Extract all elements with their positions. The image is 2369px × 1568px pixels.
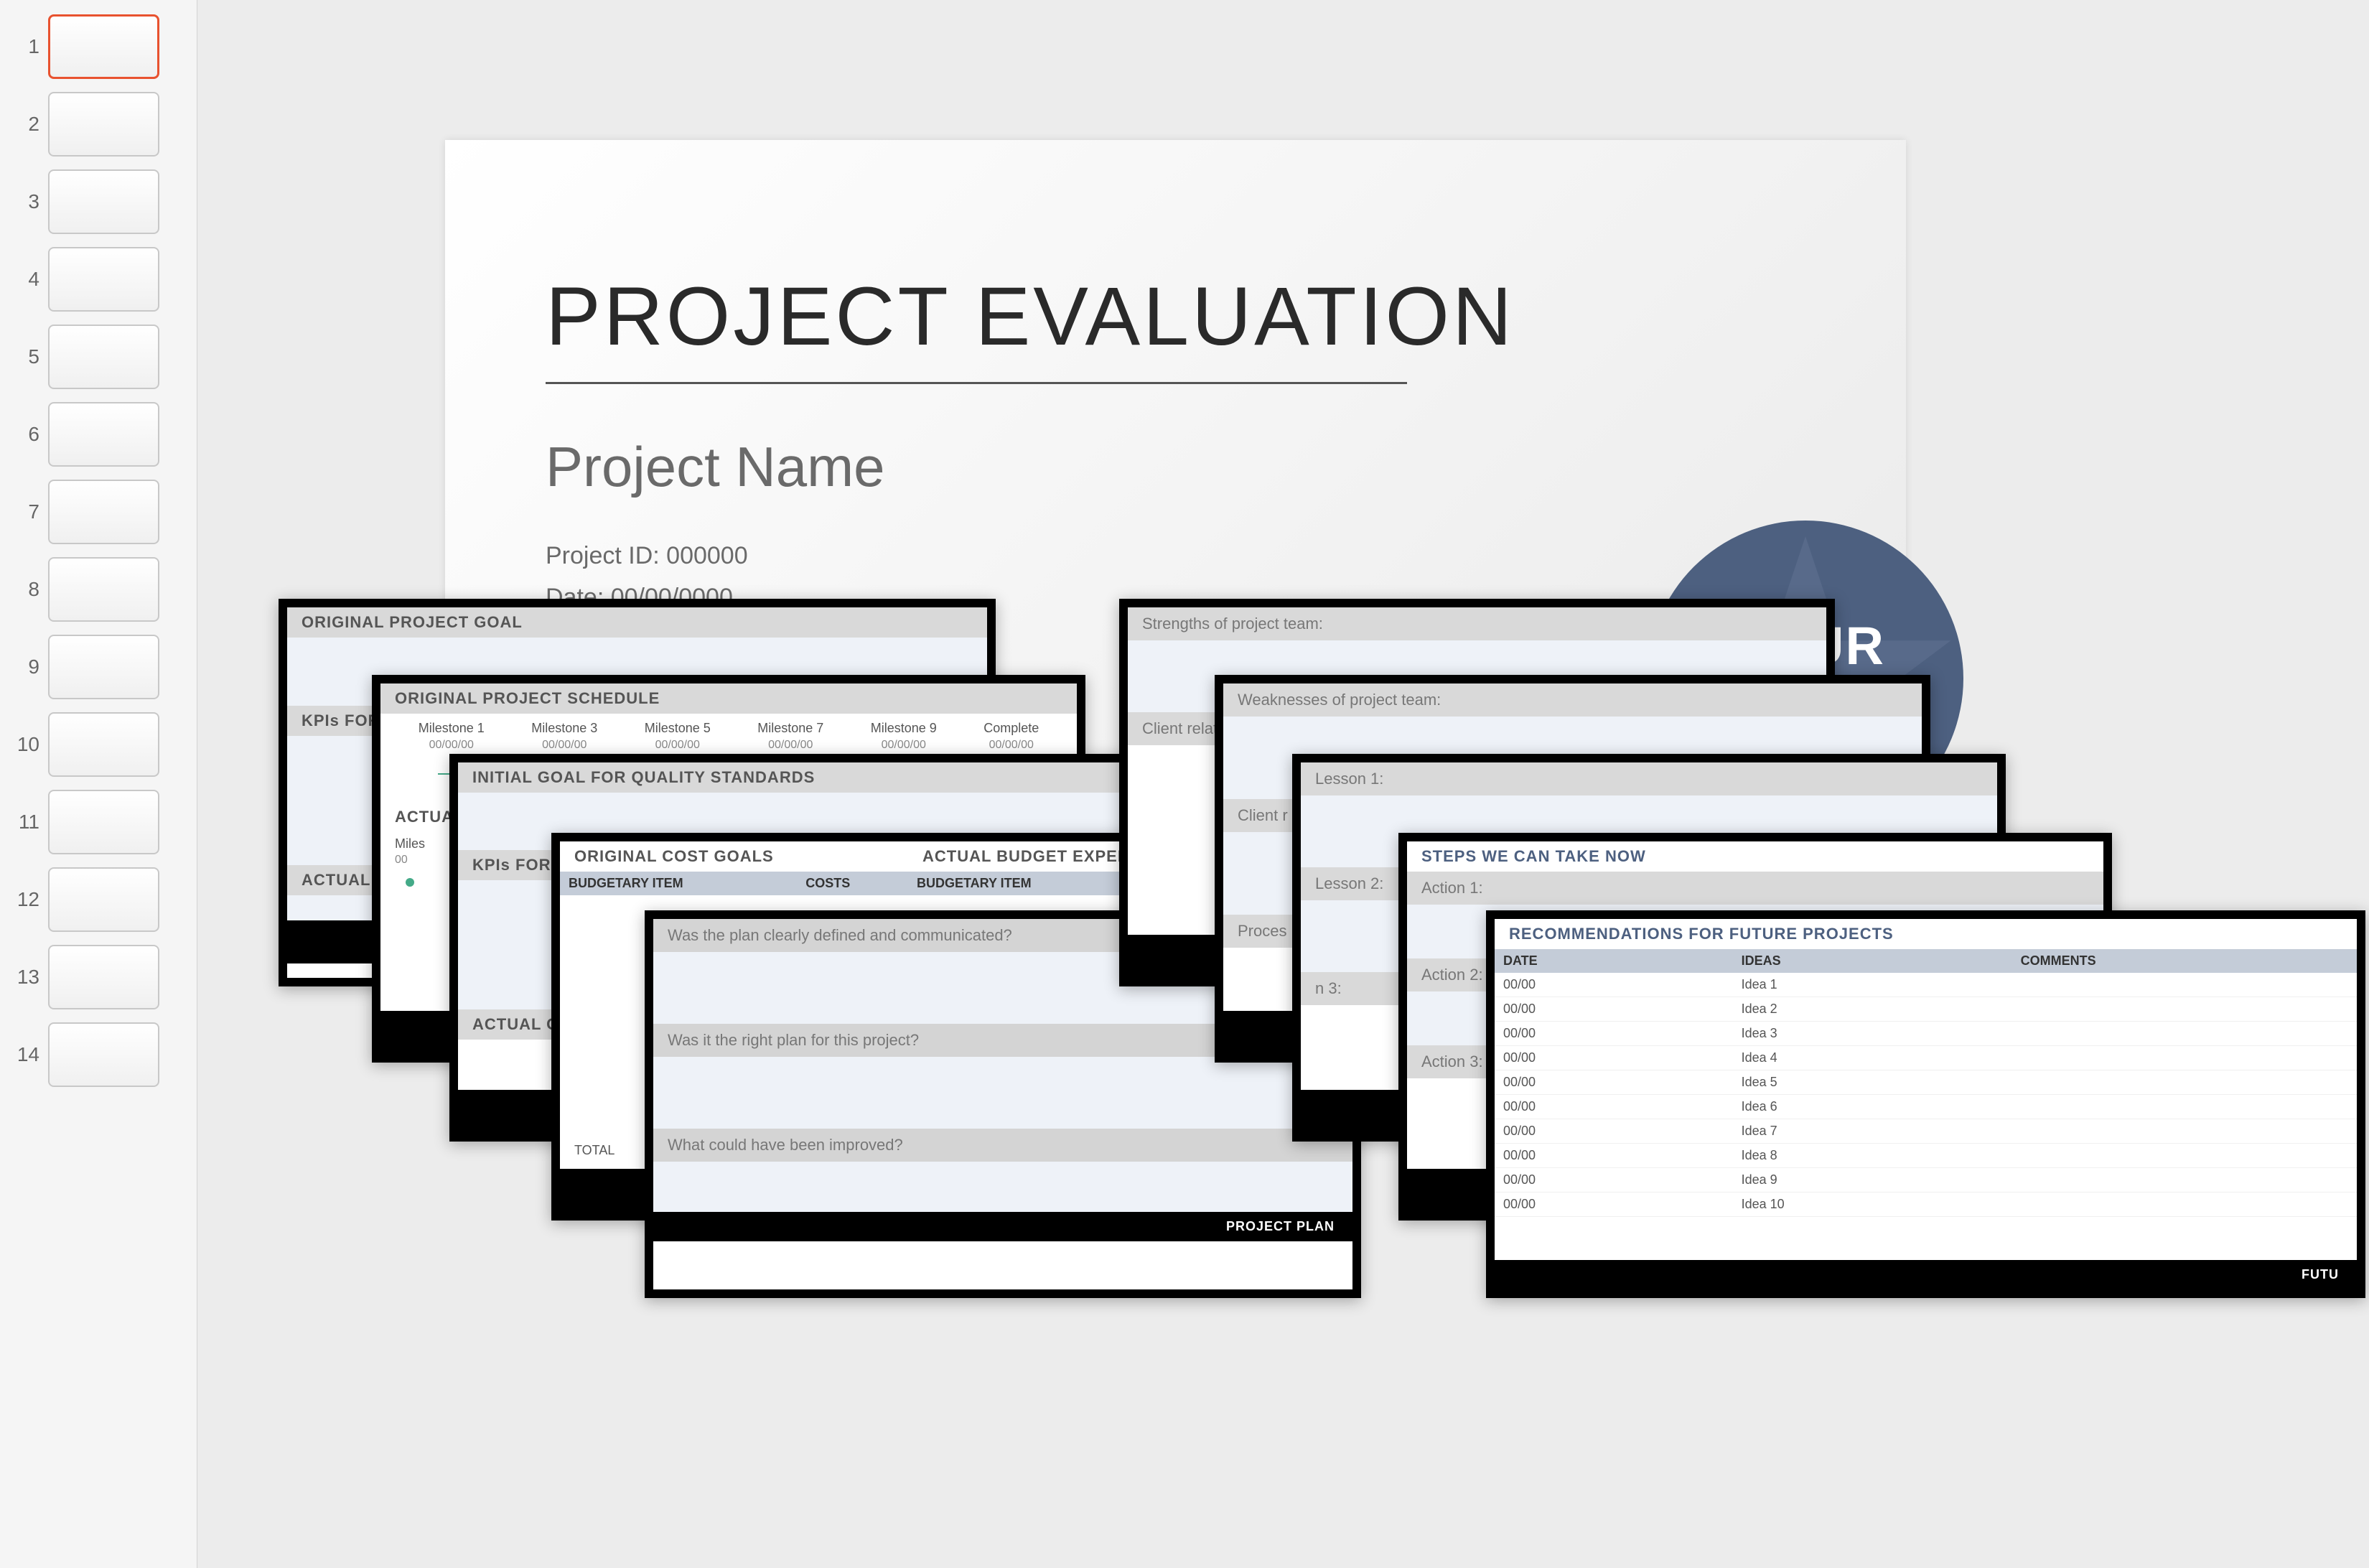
card6-l1: Strengths of project team: <box>1128 607 1826 640</box>
slide-thumbnail-4[interactable]: 4 <box>14 247 182 312</box>
table-row: 00/00Idea 5 <box>1495 1070 2357 1095</box>
table-row: 00/00Idea 7 <box>1495 1119 2357 1144</box>
card9-a1: Action 1: <box>1407 872 2103 905</box>
milestone-row: Milestone 100/00/00Milestone 300/00/00Mi… <box>380 714 1077 759</box>
card2-h1: ORIGINAL PROJECT SCHEDULE <box>380 683 1077 714</box>
card5-q3: What could have been improved? <box>653 1129 1352 1162</box>
slide-thumbnail-1[interactable]: 1 <box>14 14 182 79</box>
slide-thumbnail-14[interactable]: 14 <box>14 1022 182 1087</box>
slide-thumbnail-2[interactable]: 2 <box>14 92 182 157</box>
table-row: 00/00Idea 8 <box>1495 1144 2357 1168</box>
slide-thumbnail-8[interactable]: 8 <box>14 557 182 622</box>
slide-thumbnail-6[interactable]: 6 <box>14 402 182 467</box>
card5-footer: PROJECT PLAN <box>653 1212 1352 1241</box>
card8-l1: Lesson 1: <box>1301 762 1997 795</box>
slide-panel: 1234567891011121314 <box>0 0 197 1568</box>
table-row: 00/00Idea 4 <box>1495 1046 2357 1070</box>
card9-h1: STEPS WE CAN TAKE NOW <box>1407 841 2103 872</box>
title-divider <box>546 382 1407 384</box>
project-name: Project Name <box>546 434 1834 500</box>
table-row: 00/00Idea 6 <box>1495 1095 2357 1119</box>
slide-thumbnail-9[interactable]: 9 <box>14 635 182 699</box>
recommendations-table: DATEIDEASCOMMENTS00/00Idea 100/00Idea 20… <box>1495 949 2357 1217</box>
table-row: 00/00Idea 1 <box>1495 973 2357 997</box>
project-id: Project ID: 000000 <box>546 536 1834 577</box>
slide-thumbnail-13[interactable]: 13 <box>14 945 182 1009</box>
slide-thumbnail-5[interactable]: 5 <box>14 325 182 389</box>
table-row: 00/00Idea 10 <box>1495 1193 2357 1217</box>
card10-h1: RECOMMENDATIONS FOR FUTURE PROJECTS <box>1495 919 2357 949</box>
table-row: 00/00Idea 3 <box>1495 1022 2357 1046</box>
slide-thumbnail-7[interactable]: 7 <box>14 480 182 544</box>
card-recommendations[interactable]: RECOMMENDATIONS FOR FUTURE PROJECTS DATE… <box>1486 910 2365 1298</box>
slide-thumbnail-11[interactable]: 11 <box>14 790 182 854</box>
slide-title: PROJECT EVALUATION <box>546 269 1834 364</box>
card4-total: TOTAL <box>574 1143 615 1158</box>
card4-h1: ORIGINAL COST GOALS <box>560 841 908 872</box>
card10-footer: FUTU <box>1495 1260 2357 1289</box>
table-row: 00/00Idea 9 <box>1495 1168 2357 1193</box>
slide-thumbnail-3[interactable]: 3 <box>14 169 182 234</box>
card7-l1: Weaknesses of project team: <box>1223 683 1922 717</box>
slide-thumbnail-10[interactable]: 10 <box>14 712 182 777</box>
card1-h1: ORIGINAL PROJECT GOAL <box>287 607 987 638</box>
slide-thumbnail-12[interactable]: 12 <box>14 867 182 932</box>
card3-h1: INITIAL GOAL FOR QUALITY STANDARDS <box>458 762 1159 793</box>
table-row: 00/00Idea 2 <box>1495 997 2357 1022</box>
